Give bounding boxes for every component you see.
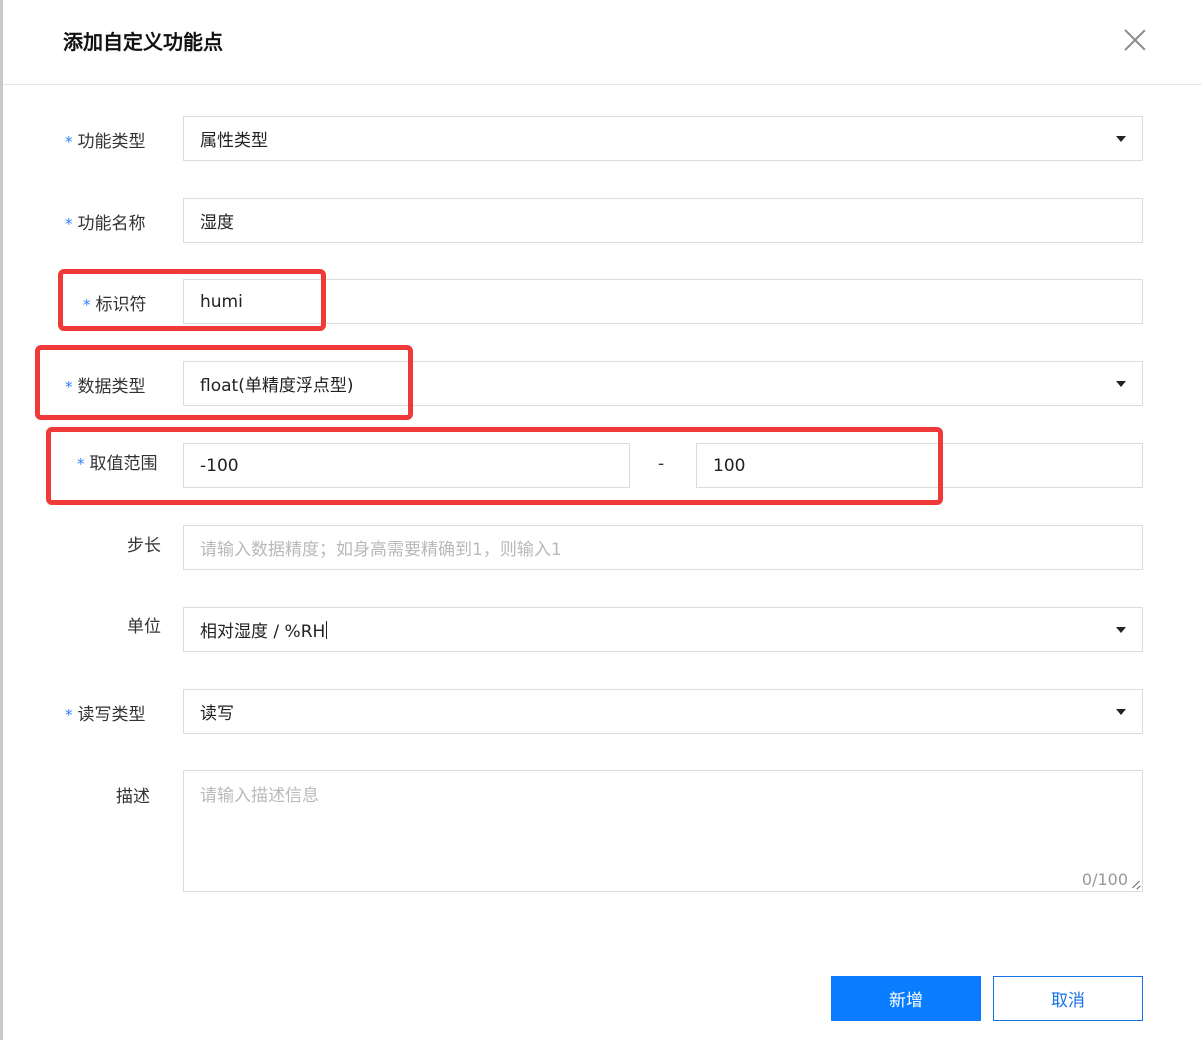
function-name-value: 湿度 [200, 213, 234, 233]
chevron-down-icon [1116, 708, 1126, 715]
chevron-down-icon [1116, 626, 1126, 633]
data-type-label: * 数据类型 [65, 377, 146, 397]
range-max-value: 100 [713, 455, 746, 476]
close-icon[interactable] [1119, 24, 1151, 56]
chevron-down-icon [1116, 380, 1126, 387]
required-mark: * [65, 133, 73, 151]
range-max-input[interactable]: 100 [696, 443, 1143, 488]
header-divider [3, 84, 1202, 85]
dialog-title: 添加自定义功能点 [63, 30, 223, 54]
identifier-value: humi [200, 291, 243, 312]
required-mark: * [65, 378, 73, 396]
rw-type-label: * 读写类型 [65, 705, 146, 725]
char-counter: 0/100 [1081, 870, 1128, 889]
range-separator: - [658, 454, 665, 474]
required-mark: * [65, 215, 73, 233]
function-name-input[interactable]: 湿度 [183, 198, 1143, 243]
resize-handle-icon[interactable] [1130, 879, 1140, 889]
chevron-down-icon [1116, 135, 1126, 142]
value-range-label: * 取值范围 [77, 454, 158, 474]
range-min-input[interactable]: -100 [183, 443, 630, 488]
data-type-select[interactable]: float(单精度浮点型) [183, 361, 1143, 406]
step-label: 步长 [127, 536, 161, 556]
identifier-label: * 标识符 [83, 295, 147, 315]
add-function-dialog: 添加自定义功能点 * 功能类型 属性类型 * 功能名称 湿度 * 标识符 humi *… [3, 0, 1202, 1040]
function-type-select[interactable]: 属性类型 [183, 116, 1143, 161]
rw-type-select[interactable]: 读写 [183, 689, 1143, 734]
required-mark: * [65, 706, 73, 724]
step-input[interactable]: 请输入数据精度；如身高需要精确到1，则输入1 [183, 525, 1143, 570]
submit-button[interactable]: 新增 [831, 976, 981, 1021]
unit-label: 单位 [127, 617, 161, 637]
unit-value: 相对湿度 / %RH [200, 622, 326, 642]
function-name-label: * 功能名称 [65, 214, 146, 234]
range-min-value: -100 [200, 455, 239, 476]
identifier-input[interactable]: humi [183, 279, 1143, 324]
unit-select[interactable]: 相对湿度 / %RH [183, 607, 1143, 652]
data-type-value: float(单精度浮点型) [200, 376, 354, 396]
description-label: 描述 [116, 787, 150, 807]
required-mark: * [83, 296, 91, 314]
function-type-value: 属性类型 [200, 131, 268, 151]
description-placeholder: 请输入描述信息 [200, 786, 319, 806]
cancel-button[interactable]: 取消 [993, 976, 1143, 1021]
rw-type-value: 读写 [200, 704, 234, 724]
function-type-label: * 功能类型 [65, 132, 146, 152]
text-cursor [326, 620, 328, 639]
step-placeholder: 请输入数据精度；如身高需要精确到1，则输入1 [200, 540, 562, 560]
description-textarea[interactable]: 请输入描述信息 0/100 [183, 770, 1143, 892]
required-mark: * [77, 455, 85, 473]
